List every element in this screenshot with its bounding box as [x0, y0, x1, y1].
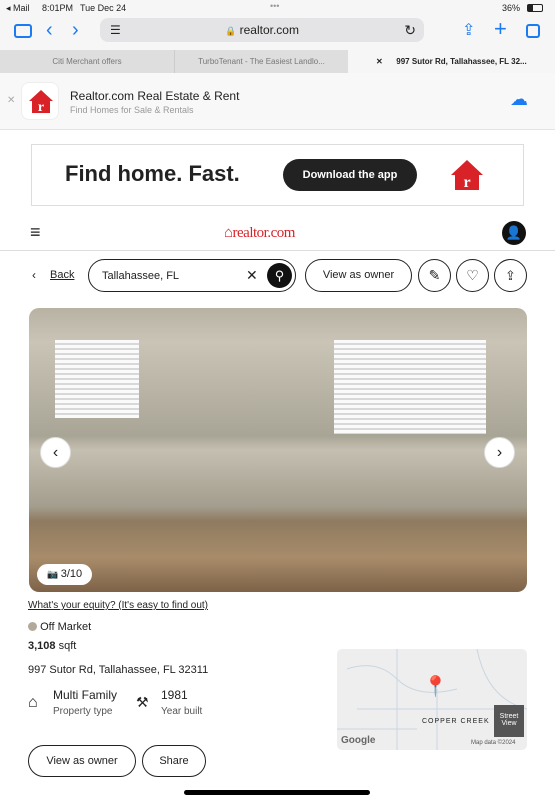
year-built-label: Year built — [161, 706, 203, 717]
realtor-logo-icon: r — [451, 160, 483, 191]
address-bar[interactable]: ☰ 🔒 realtor.com ↻ — [100, 18, 424, 42]
close-banner-icon[interactable]: ✕ — [7, 95, 15, 106]
svg-text:r: r — [463, 174, 470, 191]
time: 8:01PM — [42, 3, 74, 13]
tab-title: 997 Sutor Rd, Tallahassee, FL 32... — [396, 57, 527, 66]
app-title: Realtor.com Real Estate & Rent — [70, 89, 240, 103]
next-photo-button[interactable]: › — [484, 437, 515, 468]
edit-icon[interactable]: ✎ — [418, 259, 451, 292]
property-type-label: Property type — [53, 706, 113, 717]
house-icon: ⌂ — [28, 694, 38, 711]
close-tab-icon[interactable]: ✕ — [376, 50, 383, 73]
window-left — [55, 340, 139, 418]
status-text: Off Market — [40, 621, 92, 633]
photo-counter: 📷 3/10 — [37, 564, 93, 585]
ad-banner[interactable]: Find home. Fast. Download the app r — [31, 144, 524, 206]
tab-citi[interactable]: Citi Merchant offers — [0, 50, 175, 73]
browser-toolbar: ‹ › ☰ 🔒 realtor.com ↻ ⇪ + — [0, 16, 555, 50]
property-type: Multi Family — [53, 688, 118, 702]
svg-text:r: r — [38, 100, 44, 115]
date: Tue Dec 24 — [80, 3, 127, 13]
download-icon[interactable]: ☁ — [510, 89, 528, 110]
account-icon[interactable]: 👤 — [502, 221, 526, 245]
site-logo[interactable]: ⌂realtor.com — [224, 225, 295, 242]
camera-icon: 📷 — [47, 569, 61, 579]
photo-counter-text: 3/10 — [60, 568, 83, 580]
prev-photo-button[interactable]: ‹ — [40, 437, 71, 468]
new-tab-icon[interactable]: + — [494, 16, 507, 42]
back-link[interactable]: Back — [50, 269, 74, 281]
map-thumbnail[interactable]: 📍 COPPER CREEK Street View Google Map da… — [337, 649, 527, 750]
smart-app-banner: ✕ r Realtor.com Real Estate & Rent Find … — [0, 73, 555, 130]
sqft: 3,108 sqft — [28, 640, 76, 652]
more-icon[interactable]: ••• — [270, 1, 279, 11]
home-indicator[interactable] — [184, 790, 370, 795]
map-pin-icon: 📍 — [423, 676, 448, 698]
share-icon[interactable]: ⇪ — [462, 20, 475, 40]
favorite-icon[interactable]: ♡ — [456, 259, 489, 292]
tab-turbotenant[interactable]: TurboTenant - The Easiest Landlo... — [175, 50, 348, 73]
status-bar: ◂ Mail 8:01PM Tue Dec 24 ••• 36% — [0, 0, 555, 16]
app-icon: r — [21, 82, 59, 120]
share-button[interactable]: Share — [142, 745, 206, 777]
search-row: ‹ Back Tallahassee, FL ✕ ⚲ View as owner… — [0, 258, 555, 294]
site-header: ≡ ⌂realtor.com 👤 — [0, 216, 555, 251]
download-app-button[interactable]: Download the app — [283, 159, 417, 191]
street-view-button[interactable]: Street View — [494, 705, 524, 737]
map-area-label: COPPER CREEK — [422, 718, 490, 725]
url-text: realtor.com — [239, 23, 299, 37]
window-right — [334, 340, 486, 434]
map-attribution: Map data ©2024 — [471, 740, 516, 746]
sqft-value: 3,108 — [28, 640, 56, 652]
equity-link[interactable]: What's your equity? (It's easy to find o… — [28, 600, 208, 611]
back-icon[interactable]: ‹ — [46, 19, 53, 42]
back-to-app[interactable]: ◂ Mail — [6, 3, 30, 14]
reload-icon[interactable]: ↻ — [404, 18, 416, 42]
clear-icon[interactable]: ✕ — [246, 267, 258, 284]
listing-status: Off Market — [28, 621, 91, 633]
battery-icon — [527, 4, 543, 12]
battery-level: 36% — [502, 3, 521, 13]
search-icon[interactable]: ⚲ — [267, 263, 292, 288]
sidebar-icon[interactable] — [14, 24, 32, 38]
menu-icon[interactable]: ≡ — [30, 222, 41, 243]
status-dot — [28, 622, 37, 631]
reader-icon[interactable]: ☰ — [110, 18, 121, 42]
google-logo: Google — [341, 735, 376, 746]
listing-photo[interactable]: ‹ › 📷 3/10 — [29, 308, 527, 592]
share-listing-icon[interactable]: ⇪ — [494, 259, 527, 292]
view-as-owner-button-bottom[interactable]: View as owner — [28, 745, 136, 777]
tabs-icon[interactable] — [526, 24, 540, 38]
search-value: Tallahassee, FL — [102, 270, 180, 282]
tab-realtor[interactable]: ✕ 997 Sutor Rd, Tallahassee, FL 32... — [348, 50, 555, 73]
forward-icon[interactable]: › — [72, 19, 79, 42]
back-chevron-icon[interactable]: ‹ — [32, 268, 36, 282]
ad-headline: Find home. Fast. — [65, 161, 240, 186]
app-subtitle: Find Homes for Sale & Rentals — [70, 105, 194, 115]
search-input[interactable]: Tallahassee, FL ✕ ⚲ — [88, 259, 296, 292]
sqft-unit: sqft — [58, 640, 77, 652]
view-as-owner-button[interactable]: View as owner — [305, 259, 412, 292]
tab-bar: Citi Merchant offers TurboTenant - The E… — [0, 50, 555, 73]
address: 997 Sutor Rd, Tallahassee, FL 32311 — [28, 664, 209, 676]
year-built: 1981 — [161, 688, 188, 702]
hammer-icon: ⚒ — [136, 694, 149, 710]
lock-icon: 🔒 — [225, 26, 237, 36]
